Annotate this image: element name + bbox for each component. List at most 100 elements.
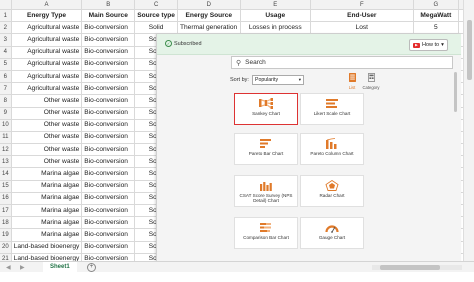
cell[interactable]: Main Source <box>81 9 136 23</box>
cell[interactable]: Losses in process <box>240 21 311 35</box>
cell[interactable]: Other waste <box>11 155 83 169</box>
cell[interactable]: Bio-conversion <box>81 94 136 108</box>
cell[interactable]: End-User <box>310 9 414 23</box>
column-header[interactable]: E <box>240 0 311 10</box>
horizontal-scrollbar[interactable] <box>372 265 462 270</box>
row-number[interactable]: 11 <box>0 131 12 145</box>
cell[interactable]: Marina algae <box>11 228 83 242</box>
cell[interactable]: Agricultural waste <box>11 21 83 35</box>
cell[interactable]: Bio-conversion <box>81 192 136 206</box>
chart-card[interactable]: Gauge Chart <box>300 217 364 249</box>
cell[interactable]: Bio-conversion <box>81 70 136 84</box>
select-all-corner[interactable] <box>0 0 12 10</box>
cell[interactable]: Bio-conversion <box>81 155 136 169</box>
row-number[interactable]: 20 <box>0 241 12 254</box>
column-header[interactable]: G <box>413 0 460 10</box>
cell[interactable]: Bio-conversion <box>81 33 136 47</box>
column-header[interactable]: D <box>177 0 241 10</box>
chart-card[interactable]: Comparison Bar Chart <box>234 217 298 249</box>
scrollbar-thumb[interactable] <box>380 265 440 270</box>
row-number[interactable]: 14 <box>0 167 12 181</box>
cell[interactable]: Usage <box>240 9 311 23</box>
cell[interactable]: Other waste <box>11 119 83 132</box>
row-number[interactable]: 2 <box>0 21 12 35</box>
cell[interactable]: Agricultural waste <box>11 70 83 84</box>
cell[interactable]: MegaWatt <box>413 9 460 23</box>
cell[interactable]: Solid <box>134 21 178 35</box>
cell[interactable]: Bio-conversion <box>81 167 136 181</box>
cell[interactable]: Lost <box>310 21 414 35</box>
cell[interactable]: Marina algae <box>11 216 83 230</box>
cell[interactable]: Source type <box>134 9 178 23</box>
chart-card[interactable]: CSAT Score Survey (NPS Detail) Chart <box>234 175 298 207</box>
column-header[interactable]: A <box>11 0 83 10</box>
cell[interactable]: Bio-conversion <box>81 241 136 254</box>
cell[interactable]: Bio-conversion <box>81 119 136 132</box>
row-number[interactable]: 3 <box>0 33 12 47</box>
row-number[interactable]: 15 <box>0 180 12 193</box>
cell[interactable]: Other waste <box>11 94 83 108</box>
row-number[interactable]: 1 <box>0 9 12 23</box>
column-header[interactable]: B <box>81 0 136 10</box>
row-number[interactable]: 4 <box>0 46 12 59</box>
chart-card[interactable]: Pareto Bar Chart <box>234 133 298 165</box>
list-view-button[interactable]: List <box>345 73 359 90</box>
row-number[interactable]: 6 <box>0 70 12 84</box>
vertical-scrollbar[interactable] <box>463 0 474 261</box>
chart-card[interactable]: Radar Chart <box>300 175 364 207</box>
next-sheet-icon[interactable]: ▶ <box>20 264 25 271</box>
cell[interactable]: Bio-conversion <box>81 131 136 145</box>
cell[interactable]: Marina algae <box>11 192 83 206</box>
cell[interactable]: Bio-conversion <box>81 82 136 96</box>
chart-card[interactable]: Pareto Column Chart <box>300 133 364 165</box>
cell[interactable]: Agricultural waste <box>11 46 83 59</box>
cell[interactable]: 5 <box>413 21 460 35</box>
cell[interactable]: Bio-conversion <box>81 180 136 193</box>
cell[interactable]: Agricultural waste <box>11 58 83 71</box>
cell[interactable]: Other waste <box>11 107 83 120</box>
sort-select[interactable]: Popularity ▾ <box>252 75 304 85</box>
cell[interactable]: Agricultural waste <box>11 82 83 96</box>
row-number[interactable]: 13 <box>0 155 12 169</box>
cell[interactable]: Other waste <box>11 143 83 157</box>
panel-scrollbar[interactable] <box>453 72 458 258</box>
add-sheet-button[interactable]: + <box>87 263 96 272</box>
chart-card[interactable]: Likert Scale Chart <box>300 93 364 125</box>
cell[interactable]: Energy Type <box>11 9 83 23</box>
column-header[interactable]: C <box>134 0 178 10</box>
cell[interactable]: Land-based bioenergy <box>11 241 83 254</box>
row-number[interactable]: 9 <box>0 107 12 120</box>
row-number[interactable]: 8 <box>0 94 12 108</box>
prev-sheet-icon[interactable]: ◀ <box>6 264 11 271</box>
cell[interactable]: Bio-conversion <box>81 107 136 120</box>
row-number[interactable]: 17 <box>0 204 12 218</box>
cell[interactable]: Energy Source <box>177 9 241 23</box>
cell[interactable]: Bio-conversion <box>81 204 136 218</box>
cell[interactable]: Marina algae <box>11 204 83 218</box>
cell[interactable]: Bio-conversion <box>81 216 136 230</box>
row-number[interactable]: 19 <box>0 228 12 242</box>
row-number[interactable]: 7 <box>0 82 12 96</box>
scrollbar-thumb[interactable] <box>454 72 457 112</box>
how-to-button[interactable]: ▶ How to ▾ <box>409 39 448 51</box>
cell[interactable]: Thermal generation <box>177 21 241 35</box>
cell[interactable]: Marina algae <box>11 180 83 193</box>
cell[interactable]: Agricultural waste <box>11 33 83 47</box>
cell[interactable]: Bio-conversion <box>81 228 136 242</box>
row-number[interactable]: 10 <box>0 119 12 132</box>
column-header[interactable]: F <box>310 0 414 10</box>
cell[interactable]: Bio-conversion <box>81 21 136 35</box>
cell[interactable]: Bio-conversion <box>81 143 136 157</box>
cell[interactable]: Bio-conversion <box>81 46 136 59</box>
row-number[interactable]: 5 <box>0 58 12 71</box>
category-view-button[interactable]: Category <box>361 73 381 90</box>
cell[interactable]: Marina algae <box>11 167 83 181</box>
cell[interactable]: Bio-conversion <box>81 58 136 71</box>
chart-card[interactable]: Sankey Chart <box>234 93 298 125</box>
scrollbar-thumb[interactable] <box>467 20 472 80</box>
cell[interactable]: Other waste <box>11 131 83 145</box>
row-number[interactable]: 18 <box>0 216 12 230</box>
search-input[interactable]: ⚲ Search <box>231 56 453 69</box>
row-number[interactable]: 12 <box>0 143 12 157</box>
row-number[interactable]: 16 <box>0 192 12 206</box>
